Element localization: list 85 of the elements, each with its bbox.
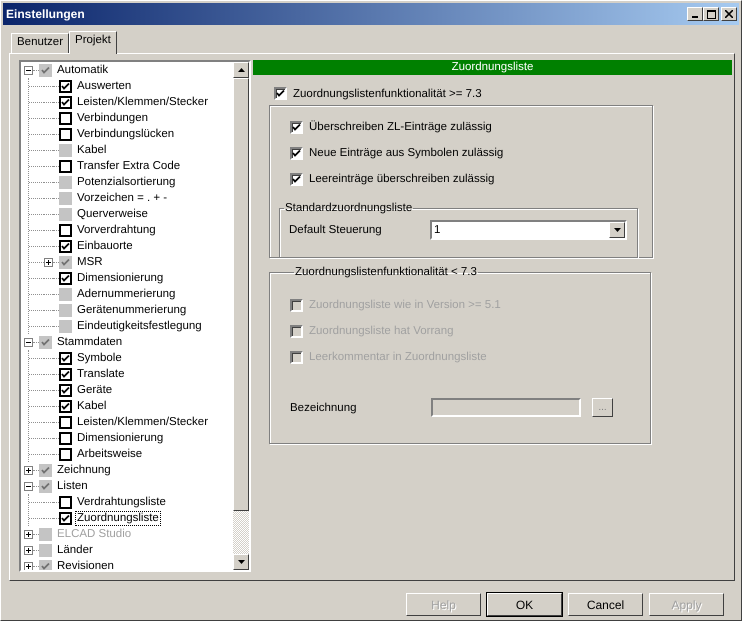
tree-item[interactable]: Zuordnungsliste xyxy=(75,510,161,526)
section-header: Zuordnungsliste xyxy=(253,60,732,75)
minimize-button[interactable] xyxy=(687,7,703,21)
field-label: Bezeichnung xyxy=(290,402,358,414)
tree-checkbox[interactable] xyxy=(59,240,72,252)
group-title: Zuordnungslistenfunktionalität < 7.3 xyxy=(294,266,478,278)
tree-item[interactable]: Symbole xyxy=(75,350,124,366)
tree-checkbox[interactable] xyxy=(59,96,72,108)
collapse-icon[interactable] xyxy=(24,66,33,74)
option-label: Zuordnungslistenfunktionalität >= 7.3 xyxy=(293,88,482,100)
tree-item[interactable]: Zeichnung xyxy=(55,462,113,478)
tree-item[interactable]: Dimensionierung xyxy=(75,430,166,446)
tree-item[interactable]: Adernummerierung xyxy=(75,286,178,302)
scroll-up-button[interactable] xyxy=(233,62,249,78)
window-title: Einstellungen xyxy=(6,7,85,21)
tree-checkbox[interactable] xyxy=(59,432,72,444)
tree-item[interactable]: Verbindungslücken xyxy=(75,126,176,142)
tree-item[interactable]: Länder xyxy=(55,542,95,558)
expand-icon[interactable] xyxy=(24,466,33,474)
tree-item[interactable]: MSR xyxy=(75,254,105,270)
tree-item[interactable]: Revisionen xyxy=(55,558,116,570)
tree-item[interactable]: Stammdaten xyxy=(55,334,124,350)
expand-icon[interactable] xyxy=(24,530,33,538)
dialog-button[interactable]: OK xyxy=(487,593,562,616)
tree-item[interactable]: Vorzeichen = . + - xyxy=(75,190,170,206)
tree-item[interactable]: Einbauorte xyxy=(75,238,135,254)
tree-checkbox[interactable] xyxy=(59,160,72,172)
collapse-icon[interactable] xyxy=(24,482,33,490)
expand-icon[interactable] xyxy=(24,546,33,554)
tree-item[interactable]: Potenzialsortierung xyxy=(75,174,178,190)
tree-item[interactable]: Eindeutigkeitsfestlegung xyxy=(75,318,204,334)
tree-item[interactable]: Listen xyxy=(55,478,90,494)
tree-checkbox[interactable] xyxy=(59,80,72,92)
group-title: Standardzuordnungsliste xyxy=(284,202,414,214)
tree-checkbox[interactable] xyxy=(59,448,72,460)
tree-item[interactable]: Arbeitsweise xyxy=(75,446,144,462)
scroll-down-button[interactable] xyxy=(233,554,249,570)
tree-item[interactable]: Leisten/Klemmen/Stecker xyxy=(75,414,210,430)
tree-checkbox[interactable] xyxy=(59,128,72,140)
tree-item[interactable]: Verdrahtungsliste xyxy=(75,494,168,510)
close-icon xyxy=(725,10,733,18)
maximize-button[interactable] xyxy=(703,7,719,21)
tree-checkbox[interactable] xyxy=(59,112,72,124)
tree-checkbox[interactable] xyxy=(59,272,72,284)
tree-item[interactable]: Kabel xyxy=(75,398,108,414)
tab[interactable]: Projekt xyxy=(69,31,117,54)
tree-checkbox[interactable] xyxy=(59,368,72,380)
down-arrow-icon xyxy=(238,560,244,564)
tree-item[interactable]: Auswerten xyxy=(75,78,134,94)
tree-checkbox[interactable] xyxy=(59,352,72,364)
tree-checkbox[interactable] xyxy=(59,384,72,396)
option-label: Neue Einträge aus Symbolen zulässig xyxy=(309,147,504,159)
tree-item[interactable]: Transfer Extra Code xyxy=(75,158,182,174)
up-arrow-icon xyxy=(238,68,244,72)
checkbox[interactable] xyxy=(290,146,303,160)
maximize-icon xyxy=(706,10,716,18)
option-label: Überschreiben ZL-Einträge zulässig xyxy=(309,121,492,133)
tree-item[interactable]: Vorverdrahtung xyxy=(75,222,158,238)
checkbox[interactable] xyxy=(290,172,303,186)
tree-item[interactable]: Kabel xyxy=(75,142,108,158)
dropdown[interactable]: 1 xyxy=(430,220,627,240)
tree-item[interactable]: Dimensionierung xyxy=(75,270,166,286)
expand-icon[interactable] xyxy=(24,562,33,570)
tree-item[interactable]: Leisten/Klemmen/Stecker xyxy=(75,94,210,110)
field-label: Default Steuerung xyxy=(289,224,383,236)
tab[interactable]: Benutzer xyxy=(11,33,70,53)
tree-item[interactable]: Verbindungen xyxy=(75,110,150,126)
close-button[interactable] xyxy=(721,7,737,21)
expand-icon[interactable] xyxy=(44,258,53,266)
checkbox[interactable] xyxy=(290,120,303,134)
tree-item[interactable]: Translate xyxy=(75,366,127,382)
tree-checkbox[interactable] xyxy=(59,224,72,236)
tree-item[interactable]: Geräte xyxy=(75,382,114,398)
tree-checkbox[interactable] xyxy=(59,496,72,508)
tree-item[interactable]: Gerätenummerierung xyxy=(75,302,188,318)
tree-checkbox[interactable] xyxy=(59,512,72,524)
dialog-button[interactable]: Cancel xyxy=(568,593,643,616)
option-label: Leereinträge überschreiben zulässig xyxy=(309,173,494,185)
tree-item[interactable]: Automatik xyxy=(55,62,110,78)
checkbox[interactable] xyxy=(274,87,287,100)
caret-icon[interactable] xyxy=(609,222,625,238)
tree-checkbox[interactable] xyxy=(59,416,72,428)
tree-checkbox[interactable] xyxy=(59,400,72,412)
collapse-icon[interactable] xyxy=(24,338,33,346)
tree-item[interactable]: Querverweise xyxy=(75,206,150,222)
